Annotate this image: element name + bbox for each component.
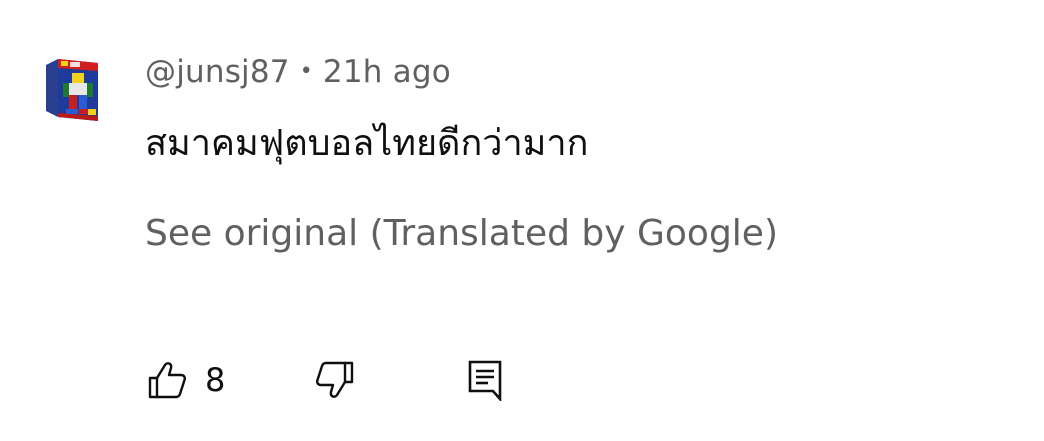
comment-text: สมาคมฟุตบอลไทยดีกว่ามาก (145, 123, 589, 164)
comment-header: @junsj87 • 21h ago (145, 54, 451, 90)
comment-timestamp[interactable]: 21h ago (323, 54, 451, 90)
avatar-image (46, 59, 98, 121)
thumbs-down-icon (315, 361, 359, 399)
like-count: 8 (205, 361, 226, 399)
author-handle[interactable]: @junsj87 (145, 54, 290, 90)
dislike-button[interactable] (315, 361, 359, 401)
thumbs-up-icon (147, 361, 191, 399)
like-button[interactable] (147, 361, 191, 401)
reply-icon (467, 359, 507, 401)
meta-separator: • (299, 59, 313, 84)
see-original-link[interactable]: See original (Translated by Google) (145, 213, 778, 254)
avatar[interactable] (44, 57, 100, 123)
reply-button[interactable] (467, 359, 507, 403)
